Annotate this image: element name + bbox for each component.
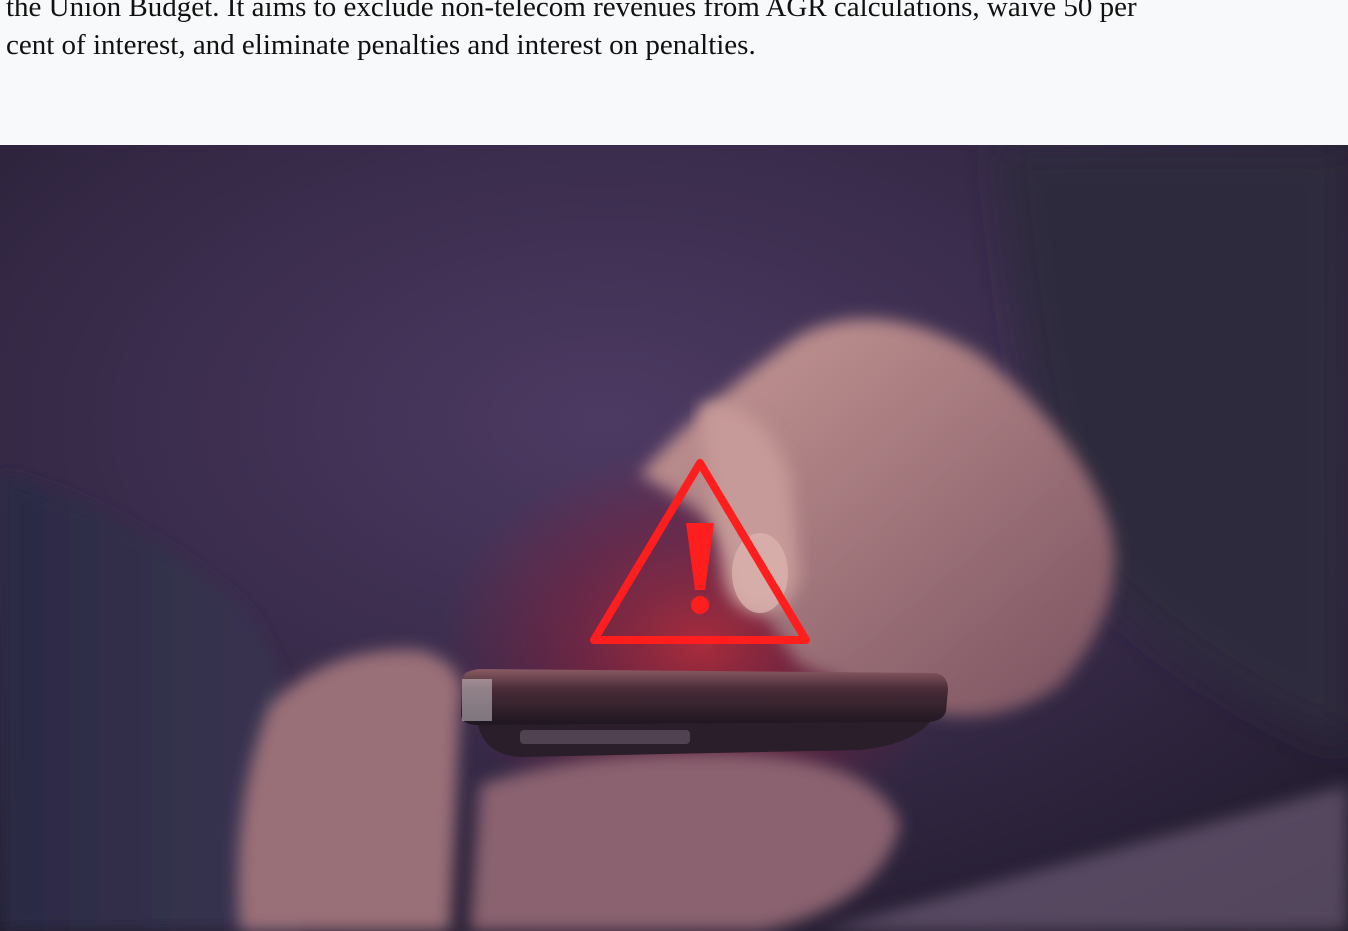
paragraph-line-2: cent of interest, and eliminate penaltie…	[6, 29, 756, 61]
hero-image	[0, 145, 1348, 931]
paragraph-line-1: the Union Budget. It aims to exclude non…	[6, 0, 1137, 23]
article-paragraph: the Union Budget. It aims to exclude non…	[6, 0, 1348, 64]
hero-photo-illustration	[0, 145, 1348, 931]
article-page: the Union Budget. It aims to exclude non…	[0, 0, 1348, 931]
